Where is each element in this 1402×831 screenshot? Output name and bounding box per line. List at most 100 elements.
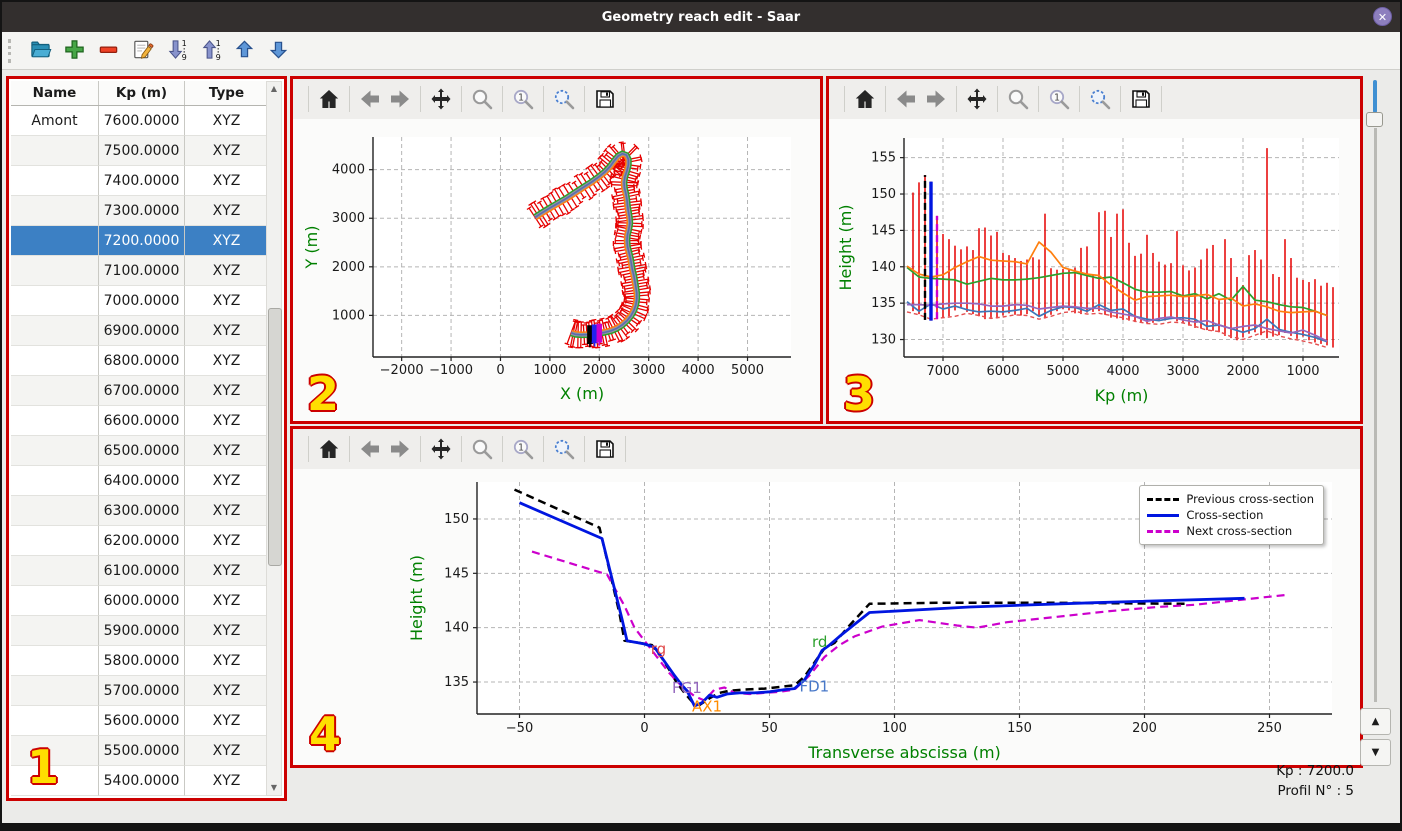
table-cell[interactable]: XYZ [185,706,269,736]
table-row[interactable]: Amont 7600.0000 XYZ [11,106,269,136]
table-cell[interactable]: XYZ [185,136,269,166]
column-header-type[interactable]: Type [185,81,269,105]
table-cell[interactable]: XYZ [185,286,269,316]
table-cell[interactable]: 5900.0000 [99,616,185,646]
pan-icon[interactable] [426,434,456,464]
table-cell[interactable]: XYZ [185,376,269,406]
table-cell[interactable]: XYZ [185,646,269,676]
table-cell[interactable] [11,586,99,616]
table-cell[interactable] [11,436,99,466]
table-cell[interactable]: 6400.0000 [99,466,185,496]
table-cell[interactable]: XYZ [185,556,269,586]
zoom-select-icon[interactable] [549,84,579,114]
table-row[interactable]: 7500.0000 XYZ [11,136,269,166]
table-row[interactable]: 6900.0000 XYZ [11,316,269,346]
table-cell[interactable]: XYZ [185,346,269,376]
sort-descending-icon[interactable]: 19 [163,36,189,62]
table-row[interactable]: 6800.0000 XYZ [11,346,269,376]
table-cell[interactable]: XYZ [185,676,269,706]
table-cell[interactable]: 5500.0000 [99,736,185,766]
scroll-down-icon[interactable]: ▼ [267,781,281,795]
table-cell[interactable]: 6100.0000 [99,556,185,586]
next-profile-button[interactable]: ▼ [1360,739,1391,766]
table-row[interactable]: 7400.0000 XYZ [11,166,269,196]
profile-slider-handle[interactable] [1366,112,1383,127]
remove-icon[interactable] [95,36,121,62]
profile-slider-track[interactable] [1374,128,1377,702]
table-cell[interactable]: 6500.0000 [99,436,185,466]
table-cell[interactable]: XYZ [185,316,269,346]
table-cell[interactable]: 6700.0000 [99,376,185,406]
table-row[interactable]: 6300.0000 XYZ [11,496,269,526]
pan-icon[interactable] [962,84,992,114]
table-cell[interactable]: 5600.0000 [99,706,185,736]
zoom-select-icon[interactable] [549,434,579,464]
home-icon[interactable] [314,84,344,114]
table-cell[interactable] [11,196,99,226]
table-row[interactable]: 7100.0000 XYZ [11,256,269,286]
table-cell[interactable] [11,676,99,706]
table-row[interactable]: 5900.0000 XYZ [11,616,269,646]
table-cell[interactable]: 5800.0000 [99,646,185,676]
table-cell[interactable]: XYZ [185,526,269,556]
table-cell[interactable]: 7500.0000 [99,136,185,166]
long-profile-plot[interactable]: 7000 6000 5000 4000 3000 2000 1000 130 135 140 145… [829,119,1360,421]
table-cell[interactable]: XYZ [185,736,269,766]
table-row[interactable]: 6100.0000 XYZ [11,556,269,586]
table-cell[interactable] [11,466,99,496]
table-cell[interactable] [11,136,99,166]
table-scrollbar-thumb[interactable] [268,308,282,566]
table-cell[interactable]: 7200.0000 [99,226,185,256]
sort-ascending-icon[interactable]: 19 [197,36,223,62]
table-cell[interactable]: 7000.0000 [99,286,185,316]
move-down-icon[interactable] [265,36,291,62]
table-row[interactable]: 7200.0000 XYZ [11,226,269,256]
column-header-name[interactable]: Name [11,81,99,105]
table-cell[interactable]: 6000.0000 [99,586,185,616]
table-cell[interactable]: XYZ [185,496,269,526]
table-cell[interactable] [11,406,99,436]
edit-icon[interactable] [129,36,155,62]
table-cell[interactable]: XYZ [185,766,269,796]
table-cell[interactable] [11,346,99,376]
table-cell[interactable] [11,496,99,526]
table-cell[interactable] [11,376,99,406]
column-header-kp-m-[interactable]: Kp (m) [99,81,185,105]
table-cell[interactable]: XYZ [185,466,269,496]
table-row[interactable]: 7300.0000 XYZ [11,196,269,226]
zoom-one-icon[interactable]: 1 [1044,84,1074,114]
table-cell[interactable]: 6600.0000 [99,406,185,436]
table-cell[interactable]: XYZ [185,166,269,196]
zoom-icon[interactable] [467,84,497,114]
table-cell[interactable]: XYZ [185,226,269,256]
back-icon[interactable] [355,434,385,464]
table-row[interactable]: 6400.0000 XYZ [11,466,269,496]
table-cell[interactable]: 6200.0000 [99,526,185,556]
toolbar-grip-handle[interactable] [8,38,17,63]
table-cell[interactable]: 6800.0000 [99,346,185,376]
table-cell[interactable]: XYZ [185,586,269,616]
table-cell[interactable] [11,646,99,676]
forward-icon[interactable] [385,84,415,114]
move-up-icon[interactable] [231,36,257,62]
table-row[interactable]: 6600.0000 XYZ [11,406,269,436]
table-cell[interactable] [11,316,99,346]
table-cell[interactable] [11,706,99,736]
save-icon[interactable] [590,434,620,464]
table-row[interactable]: 6000.0000 XYZ [11,586,269,616]
table-cell[interactable]: XYZ [185,436,269,466]
scroll-up-icon[interactable]: ▲ [267,82,281,96]
forward-icon[interactable] [921,84,951,114]
table-cell[interactable] [11,166,99,196]
zoom-select-icon[interactable] [1085,84,1115,114]
table-cell[interactable] [11,256,99,286]
table-row[interactable]: 5700.0000 XYZ [11,676,269,706]
forward-icon[interactable] [385,434,415,464]
table-cell[interactable]: XYZ [185,616,269,646]
table-cell[interactable] [11,526,99,556]
profile-slider-track-active[interactable] [1373,80,1377,113]
open-folder-icon[interactable] [27,36,53,62]
back-icon[interactable] [355,84,385,114]
zoom-one-icon[interactable]: 1 [508,434,538,464]
add-icon[interactable] [61,36,87,62]
